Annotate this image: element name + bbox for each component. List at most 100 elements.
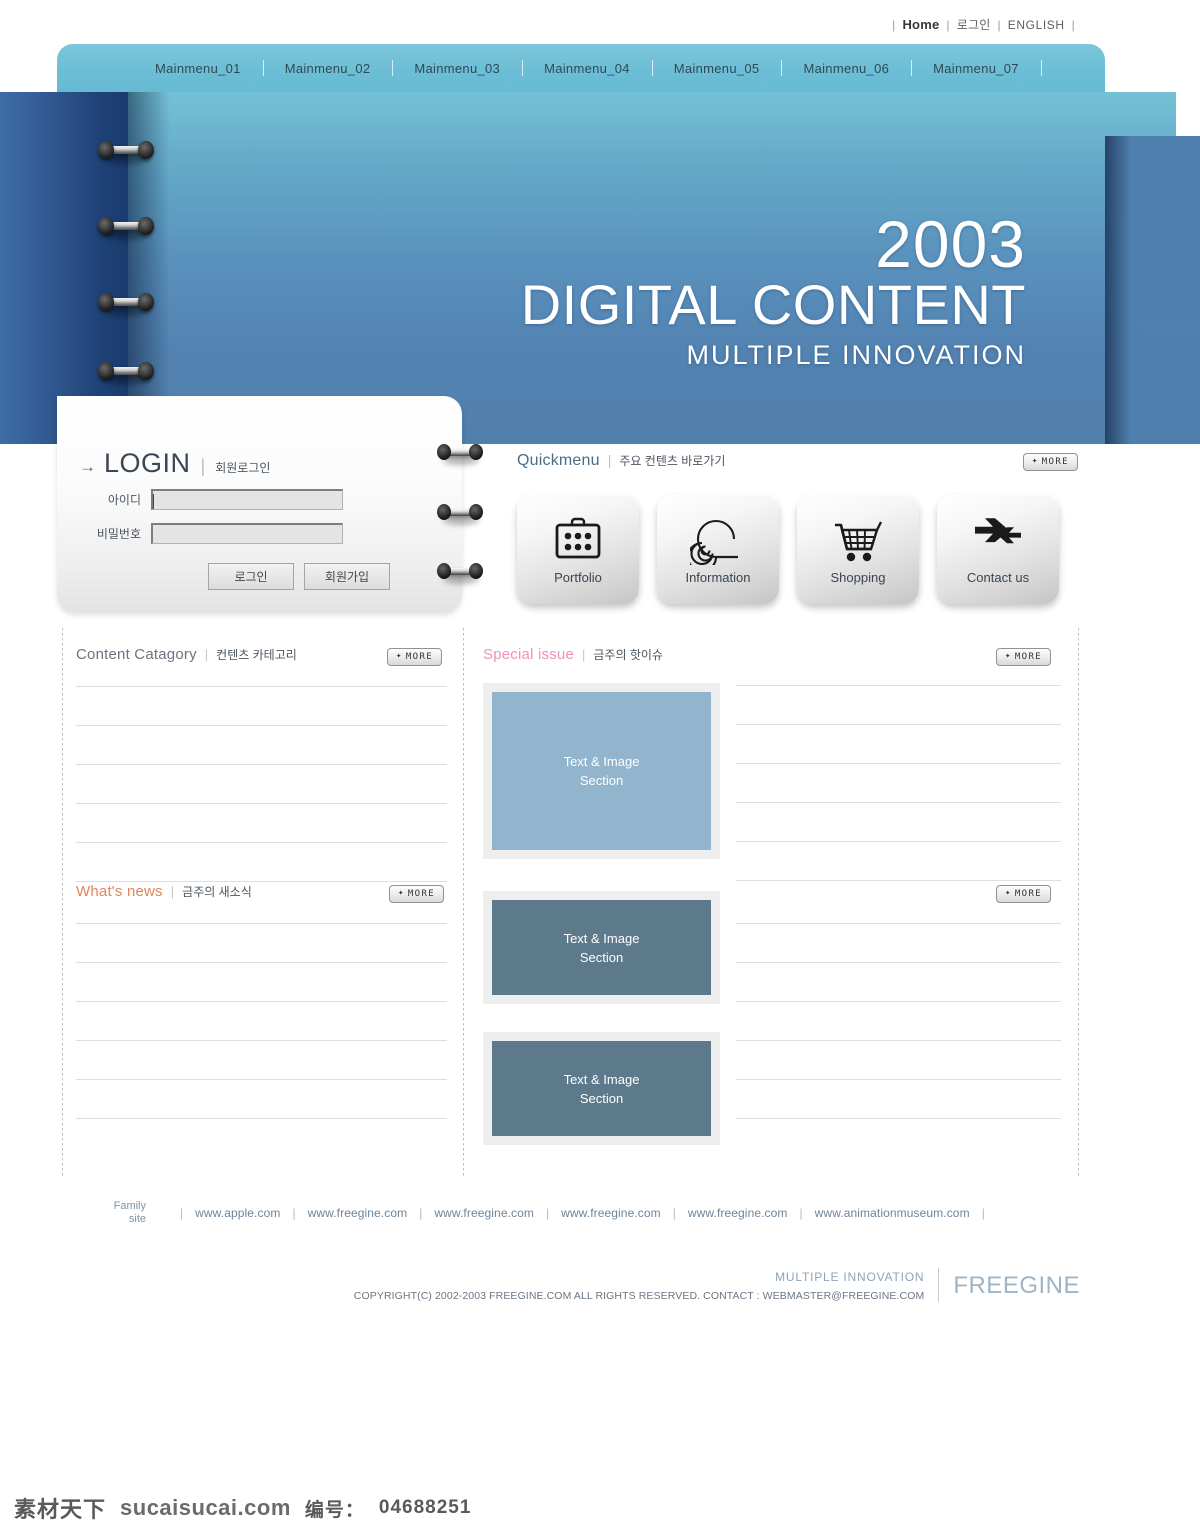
- quickmenu-button-contact[interactable]: Contact us: [937, 494, 1059, 604]
- spiral-icon: [690, 514, 746, 568]
- binder-ring-1: [98, 140, 154, 164]
- image-placeholder-3[interactable]: Text & Image Section: [483, 1032, 720, 1145]
- mainmenu-item-07[interactable]: Mainmenu_07: [911, 61, 1041, 76]
- family-separator-1: |: [292, 1206, 296, 1220]
- page-root: | Home | 로그인 | ENGLISH | Mainmenu_01 Mai…: [0, 0, 1200, 1538]
- quickmenu-button-grid: Portfolio Information Shopping Contact u…: [517, 494, 1059, 604]
- quickmenu-section: Quickmenu | 주요 컨텐츠 바로가기 ✦ MORE Portfolio…: [517, 450, 1078, 604]
- mainmenu-item-02[interactable]: Mainmenu_02: [263, 61, 393, 76]
- footer-text-block: MULTIPLE INNOVATION COPYRIGHT(C) 2002-20…: [354, 1270, 925, 1302]
- hero-text-block: 2003 DIGITAL CONTENT MULTIPLE INNOVATION: [521, 210, 1026, 372]
- special-issue-list-bottom: [736, 923, 1061, 1119]
- plus-icon: ✦: [1005, 888, 1012, 898]
- hero-banner: Mainmenu_01 Mainmenu_02 Mainmenu_03 Main…: [0, 44, 1200, 444]
- family-link-4[interactable]: www.freegine.com: [688, 1206, 788, 1220]
- image-placeholder-3-line2: Section: [579, 1090, 624, 1106]
- mainmenu-item-03[interactable]: Mainmenu_03: [392, 61, 522, 76]
- family-site-links: | www.apple.com | www.freegine.com | www…: [168, 1206, 997, 1220]
- family-separator-5: |: [799, 1206, 803, 1220]
- content-category-header: Content Catagory | 컨텐츠 카테고리: [76, 646, 297, 663]
- footer-copyright: COPYRIGHT(C) 2002-2003 FREEGINE.COM ALL …: [353, 1290, 925, 1302]
- family-link-1[interactable]: www.freegine.com: [308, 1206, 408, 1220]
- quickmenu-more-wrap: ✦ MORE: [1022, 450, 1078, 471]
- special-issue-subtitle: 금주의 핫이슈: [593, 648, 663, 662]
- utility-link-login[interactable]: 로그인: [957, 16, 991, 33]
- watermark-domain: sucaisucai.com: [120, 1495, 291, 1520]
- image-placeholder-1-line2: Section: [579, 773, 624, 788]
- arrow-right-icon: →: [79, 457, 96, 476]
- hero-image-panel: 2003 DIGITAL CONTENT MULTIPLE INNOVATION: [128, 92, 1176, 444]
- family-link-3[interactable]: www.freegine.com: [561, 1206, 661, 1220]
- quickmenu-button-shopping[interactable]: Shopping: [797, 494, 919, 604]
- login-title: LOGIN: [104, 448, 191, 478]
- watermark-number-label: 编号：: [304, 1499, 365, 1521]
- quickmenu-label-portfolio: Portfolio: [554, 569, 602, 585]
- list-item[interactable]: [736, 880, 1061, 881]
- utility-link-home[interactable]: Home: [902, 17, 939, 32]
- whats-news-more-button[interactable]: ✦ MORE: [389, 884, 445, 903]
- family-site-label-line1: Family: [113, 1200, 146, 1212]
- quickmenu-label-contact: Contact us: [966, 569, 1030, 585]
- whats-news-more-wrap: ✦ MORE: [389, 882, 445, 903]
- watermark-number: 04688251: [378, 1497, 472, 1518]
- quickmenu-more-button[interactable]: ✦ MORE: [1022, 452, 1078, 471]
- arrows-icon: [969, 514, 1027, 568]
- hero-side-panel: [1105, 136, 1200, 444]
- image-placeholder-2-line1: Text & Image: [563, 930, 640, 946]
- quickmenu-button-portfolio[interactable]: Portfolio: [517, 494, 639, 604]
- content-category-more-button[interactable]: ✦ MORE: [387, 647, 443, 666]
- quickmenu-label-information: Information: [685, 569, 751, 585]
- plus-icon: ✦: [1031, 456, 1039, 466]
- whats-news-divider: |: [170, 884, 175, 899]
- whats-news-title: What's news: [76, 883, 163, 900]
- binder-ring-3: [98, 292, 154, 316]
- family-link-0[interactable]: www.apple.com: [195, 1206, 280, 1220]
- utility-pipe-2: |: [997, 17, 1001, 32]
- quickmenu-button-information[interactable]: Information: [657, 494, 779, 604]
- login-header: → LOGIN | 회원로그인: [79, 448, 270, 479]
- login-pw-label: 비밀번호: [96, 527, 141, 541]
- family-separator-3: |: [546, 1206, 550, 1220]
- mainmenu-item-04[interactable]: Mainmenu_04: [522, 61, 652, 76]
- content-divider-right: [1078, 628, 1079, 1178]
- special-issue-divider: |: [581, 647, 586, 662]
- login-id-input[interactable]: [151, 489, 343, 510]
- special-issue-more-button[interactable]: ✦ MORE: [996, 647, 1052, 666]
- right-column-more-button[interactable]: ✦ MORE: [996, 884, 1052, 903]
- content-category-subtitle: 컨텐츠 카테고리: [216, 648, 297, 662]
- text-caret: [153, 494, 154, 509]
- right-more-wrap: ✦ MORE: [996, 882, 1052, 903]
- login-id-label: 아이디: [107, 493, 141, 507]
- mainmenu-item-06[interactable]: Mainmenu_06: [781, 61, 911, 76]
- image-placeholder-2[interactable]: Text & Image Section: [483, 891, 720, 1004]
- signup-button[interactable]: 회원가입: [304, 563, 390, 590]
- utility-link-english[interactable]: ENGLISH: [1008, 18, 1065, 32]
- content-category-title: Content Catagory: [76, 646, 197, 663]
- mainmenu-item-05[interactable]: Mainmenu_05: [652, 61, 782, 76]
- main-menu: Mainmenu_01 Mainmenu_02 Mainmenu_03 Main…: [57, 44, 1105, 92]
- binder-ring-2: [98, 216, 154, 240]
- family-link-5[interactable]: www.animationmuseum.com: [815, 1206, 970, 1220]
- family-separator-0: |: [180, 1206, 184, 1220]
- login-pw-input[interactable]: [151, 523, 343, 544]
- family-site: Family site | www.apple.com | www.freegi…: [98, 1200, 997, 1226]
- family-site-label-line2: site: [128, 1213, 146, 1225]
- hero-subtitle: MULTIPLE INNOVATION: [686, 340, 1026, 370]
- list-item[interactable]: [76, 1118, 447, 1119]
- content-divider-left: [62, 628, 63, 1178]
- family-link-2[interactable]: www.freegine.com: [434, 1206, 534, 1220]
- quickmenu-title: Quickmenu: [517, 452, 600, 469]
- image-placeholder-1[interactable]: Text & Image Section: [483, 683, 720, 859]
- binder-ring-4: [98, 361, 154, 385]
- footer-slogan: MULTIPLE INNOVATION: [775, 1270, 925, 1284]
- mainmenu-item-01[interactable]: Mainmenu_01: [133, 61, 263, 76]
- special-issue-list-top: [736, 685, 1061, 881]
- list-item[interactable]: [736, 1118, 1061, 1119]
- footer-inner: MULTIPLE INNOVATION COPYRIGHT(C) 2002-20…: [354, 1268, 1080, 1302]
- hero-year: 2003: [875, 207, 1026, 281]
- login-id-row: 아이디: [79, 489, 343, 510]
- watermark-bar: 素材天下 sucaisucai.com 编号： 04688251: [0, 1478, 1200, 1538]
- login-submit-button[interactable]: 로그인: [208, 563, 294, 590]
- image-placeholder-2-inner: Text & Image Section: [492, 900, 711, 995]
- quickmenu-divider: |: [607, 452, 612, 468]
